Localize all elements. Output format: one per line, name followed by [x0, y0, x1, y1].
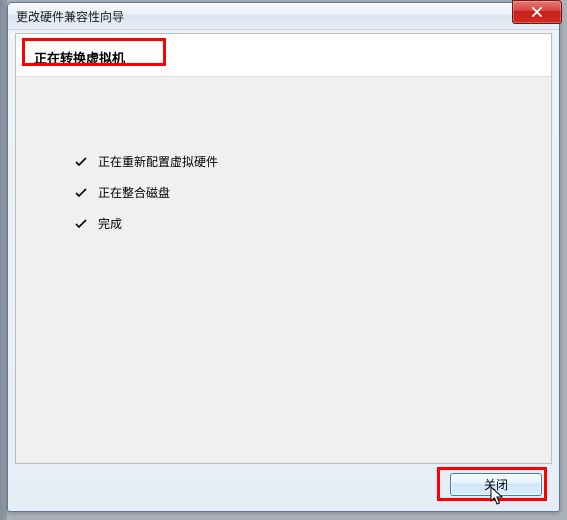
viewport: 更改硬件兼容性向导 正在转换虚拟机	[0, 0, 567, 520]
dialog-window: 更改硬件兼容性向导 正在转换虚拟机	[7, 2, 560, 512]
body-area: 正在重新配置虚拟硬件 正在整合磁盘	[16, 77, 551, 463]
step-label: 正在重新配置虚拟硬件	[98, 153, 218, 170]
section-heading: 正在转换虚拟机	[28, 44, 131, 71]
window-title: 更改硬件兼容性向导	[16, 8, 124, 25]
check-icon	[74, 155, 88, 169]
steps-list: 正在重新配置虚拟硬件 正在整合磁盘	[74, 153, 218, 246]
step-label: 正在整合磁盘	[98, 184, 170, 201]
titlebar[interactable]: 更改硬件兼容性向导	[8, 3, 559, 30]
step-item: 完成	[74, 215, 218, 232]
content-outer: 正在转换虚拟机 正在重新配置虚拟硬件	[15, 33, 552, 504]
window-close-button[interactable]	[512, 0, 562, 24]
left-shadow	[0, 0, 7, 520]
check-icon	[74, 186, 88, 200]
step-label: 完成	[98, 215, 122, 232]
close-button[interactable]: 关闭	[450, 473, 542, 496]
step-item: 正在重新配置虚拟硬件	[74, 153, 218, 170]
footer: 关闭	[15, 464, 552, 504]
check-icon	[74, 217, 88, 231]
main-panel: 正在转换虚拟机 正在重新配置虚拟硬件	[15, 33, 552, 464]
close-icon	[531, 7, 543, 17]
step-item: 正在整合磁盘	[74, 184, 218, 201]
